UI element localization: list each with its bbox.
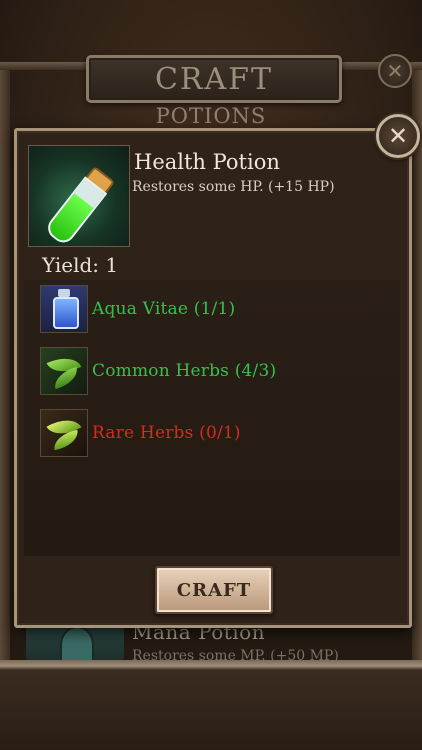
left-frame	[0, 70, 10, 670]
category-title: POTIONS	[155, 104, 267, 128]
bottom-frame	[0, 660, 422, 750]
ingredient-row: Aqua Vitae (1/1)	[40, 285, 380, 333]
ingredient-label: Rare Herbs (0/1)	[92, 423, 241, 443]
ingredients-list: Aqua Vitae (1/1) Common Herbs (4/3) Rare…	[24, 280, 400, 556]
rare-herb-icon	[40, 409, 88, 457]
ingredient-row: Common Herbs (4/3)	[40, 347, 380, 395]
item-description: Restores some HP. (+15 HP)	[132, 179, 335, 195]
close-icon[interactable]: ✕	[378, 54, 412, 88]
craft-title: CRAFT	[86, 55, 342, 103]
close-icon: ✕	[387, 122, 409, 150]
craft-button[interactable]: CRAFT	[155, 566, 273, 614]
ingredient-label: Common Herbs (4/3)	[92, 361, 277, 381]
flask-icon	[40, 285, 88, 333]
item-title: Health Potion	[134, 150, 280, 174]
health-potion-icon	[28, 145, 130, 247]
vial-icon	[43, 165, 116, 246]
yield-label: Yield: 1	[42, 253, 119, 277]
dialog-close-button[interactable]: ✕	[376, 114, 420, 158]
right-frame	[412, 70, 422, 670]
vial-tube	[43, 176, 108, 246]
ingredient-label: Aqua Vitae (1/1)	[92, 299, 236, 319]
ingredient-row: Rare Herbs (0/1)	[40, 409, 380, 457]
herb-icon	[40, 347, 88, 395]
